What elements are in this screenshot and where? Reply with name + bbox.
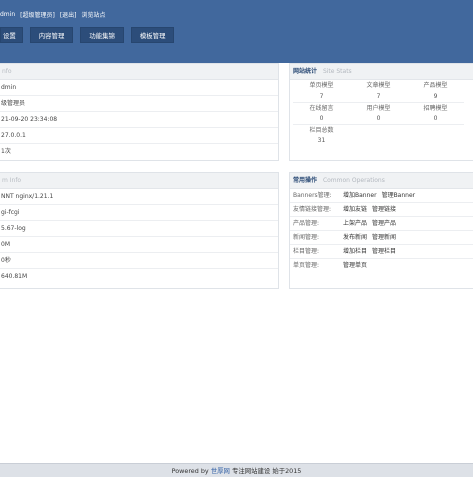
- logout-link[interactable]: [退出]: [60, 10, 77, 19]
- login-info-subtitle: nfo: [2, 68, 12, 75]
- stat-value: 0: [319, 115, 324, 122]
- add-column-link[interactable]: 增加栏目: [343, 245, 367, 258]
- ops-label: 新闻管理:: [293, 234, 320, 241]
- manage-pages-link[interactable]: 管理单页: [343, 259, 367, 273]
- footer-slogan: 专注网站建设: [231, 467, 271, 475]
- operations-header: 常用操作 Common Operations: [290, 173, 473, 189]
- top-header: dmin [超级管理员] [退出] 浏览站点 设置 内容管理 功能集锦 模板管理: [0, 0, 473, 63]
- nav-tab-templates[interactable]: 模板管理: [130, 27, 175, 43]
- stat-label: 招聘模型: [407, 102, 464, 113]
- operations-panel: 常用操作 Common Operations Banners管理: 增加Bann…: [289, 172, 473, 289]
- user-role: [超级管理员]: [20, 11, 55, 19]
- system-info-subtitle: m Info: [2, 177, 22, 184]
- manage-products-link[interactable]: 管理产品: [372, 217, 396, 230]
- ops-label: Banners管理:: [293, 192, 332, 199]
- footer-brand-link[interactable]: 世厚网: [211, 467, 230, 475]
- ops-label: 单页管理:: [293, 262, 320, 269]
- add-banner-link[interactable]: 增加Banner: [343, 189, 377, 202]
- manage-news-link[interactable]: 管理新闻: [372, 231, 396, 244]
- manage-links-link[interactable]: 管理链接: [372, 203, 396, 216]
- sys-row-upload: 0M: [0, 237, 278, 253]
- manage-banner-link[interactable]: 管理Banner: [382, 189, 416, 202]
- stat-value: 7: [376, 93, 381, 100]
- username: dmin: [0, 10, 16, 18]
- stat-empty: [407, 124, 464, 135]
- stat-value: 31: [317, 137, 326, 144]
- stat-label: 文章模型: [366, 82, 391, 89]
- add-friend-link[interactable]: 增加友链: [343, 203, 367, 216]
- stat-value: 0: [376, 115, 381, 122]
- stat-empty: [350, 124, 407, 135]
- stat-label: 用户模型: [350, 102, 407, 113]
- login-info-panel: nfo dmin 级管理员 21-09-20 23:34:08 27.0.0.1…: [0, 63, 279, 161]
- nav-tab-features[interactable]: 功能集锦: [80, 27, 124, 43]
- sys-row-space: 640.81M: [1, 273, 28, 280]
- login-info-header: nfo: [0, 64, 278, 80]
- footer-since: 始于2015: [272, 467, 302, 475]
- ops-row-products: 产品管理: 上架产品 管理产品: [290, 217, 473, 231]
- site-stats-subtitle: Site Stats: [322, 68, 352, 75]
- main-nav: 设置 内容管理 功能集锦 模板管理: [0, 27, 181, 43]
- sys-row-php: gi-fcgi: [0, 205, 278, 221]
- ops-row-banners: Banners管理: 增加Banner 管理Banner: [290, 189, 473, 203]
- stat-value: 7: [319, 93, 324, 100]
- nav-tab-settings[interactable]: 设置: [0, 27, 23, 43]
- stat-label: 在线留言: [293, 102, 350, 113]
- operations-title: 常用操作: [293, 177, 318, 184]
- info-row-user: dmin: [0, 80, 278, 96]
- ops-label: 栏目管理:: [293, 248, 320, 255]
- stat-empty: [350, 135, 407, 146]
- site-stats-header: 网站统计 Site Stats: [290, 64, 473, 80]
- sys-row-server: NNT nginx/1.21.1: [0, 189, 278, 205]
- ops-row-pages: 单页管理: 管理单页: [290, 259, 473, 273]
- info-row-count: 1次: [1, 148, 11, 155]
- stat-label: 单页模型: [309, 82, 334, 89]
- footer: Powered by 世厚网 专注网站建设 始于2015: [0, 463, 473, 477]
- nav-tab-content[interactable]: 内容管理: [29, 27, 74, 43]
- info-row-role: 级管理员: [0, 96, 278, 112]
- ops-row-columns: 栏目管理: 增加栏目 管理栏目: [290, 245, 473, 259]
- ops-row-news: 新闻管理: 发布新闻 管理新闻: [290, 231, 473, 245]
- stat-value: 9: [433, 93, 438, 100]
- sys-row-exec: 0秒: [0, 253, 278, 269]
- system-info-header: m Info: [0, 173, 278, 189]
- ops-row-links: 友情链接管理: 增加友链 管理链接: [290, 203, 473, 217]
- sys-row-mysql: 5.67-log: [0, 221, 278, 237]
- ops-label: 友情链接管理:: [293, 206, 332, 213]
- info-row-time: 21-09-20 23:34:08: [0, 112, 278, 128]
- main-content: nfo dmin 级管理员 21-09-20 23:34:08 27.0.0.1…: [0, 63, 473, 463]
- manage-columns-link[interactable]: 管理栏目: [372, 245, 396, 258]
- info-row-ip: 27.0.0.1: [0, 128, 278, 144]
- footer-powered-by: Powered by: [171, 467, 209, 475]
- add-product-link[interactable]: 上架产品: [343, 217, 367, 230]
- user-bar: dmin [超级管理员] [退出] 浏览站点: [0, 9, 111, 19]
- operations-subtitle: Common Operations: [322, 177, 385, 184]
- system-info-panel: m Info NNT nginx/1.21.1 gi-fcgi 5.67-log…: [0, 172, 279, 289]
- stat-value: 0: [433, 115, 438, 122]
- publish-news-link[interactable]: 发布新闻: [343, 231, 367, 244]
- ops-label: 产品管理:: [293, 220, 320, 227]
- site-stats-panel: 网站统计 Site Stats 单页模型 文章模型 产品模型 7 7 9 在线留…: [289, 63, 473, 161]
- stat-label: 栏目总数: [293, 124, 350, 135]
- stat-label: 产品模型: [423, 82, 448, 89]
- view-site-link[interactable]: 浏览站点: [82, 10, 106, 19]
- site-stats-title: 网站统计: [293, 68, 318, 75]
- stat-empty: [407, 135, 464, 146]
- site-stats-grid: 单页模型 文章模型 产品模型 7 7 9 在线留言 用户模型 招聘模型 0 0 …: [290, 80, 473, 146]
